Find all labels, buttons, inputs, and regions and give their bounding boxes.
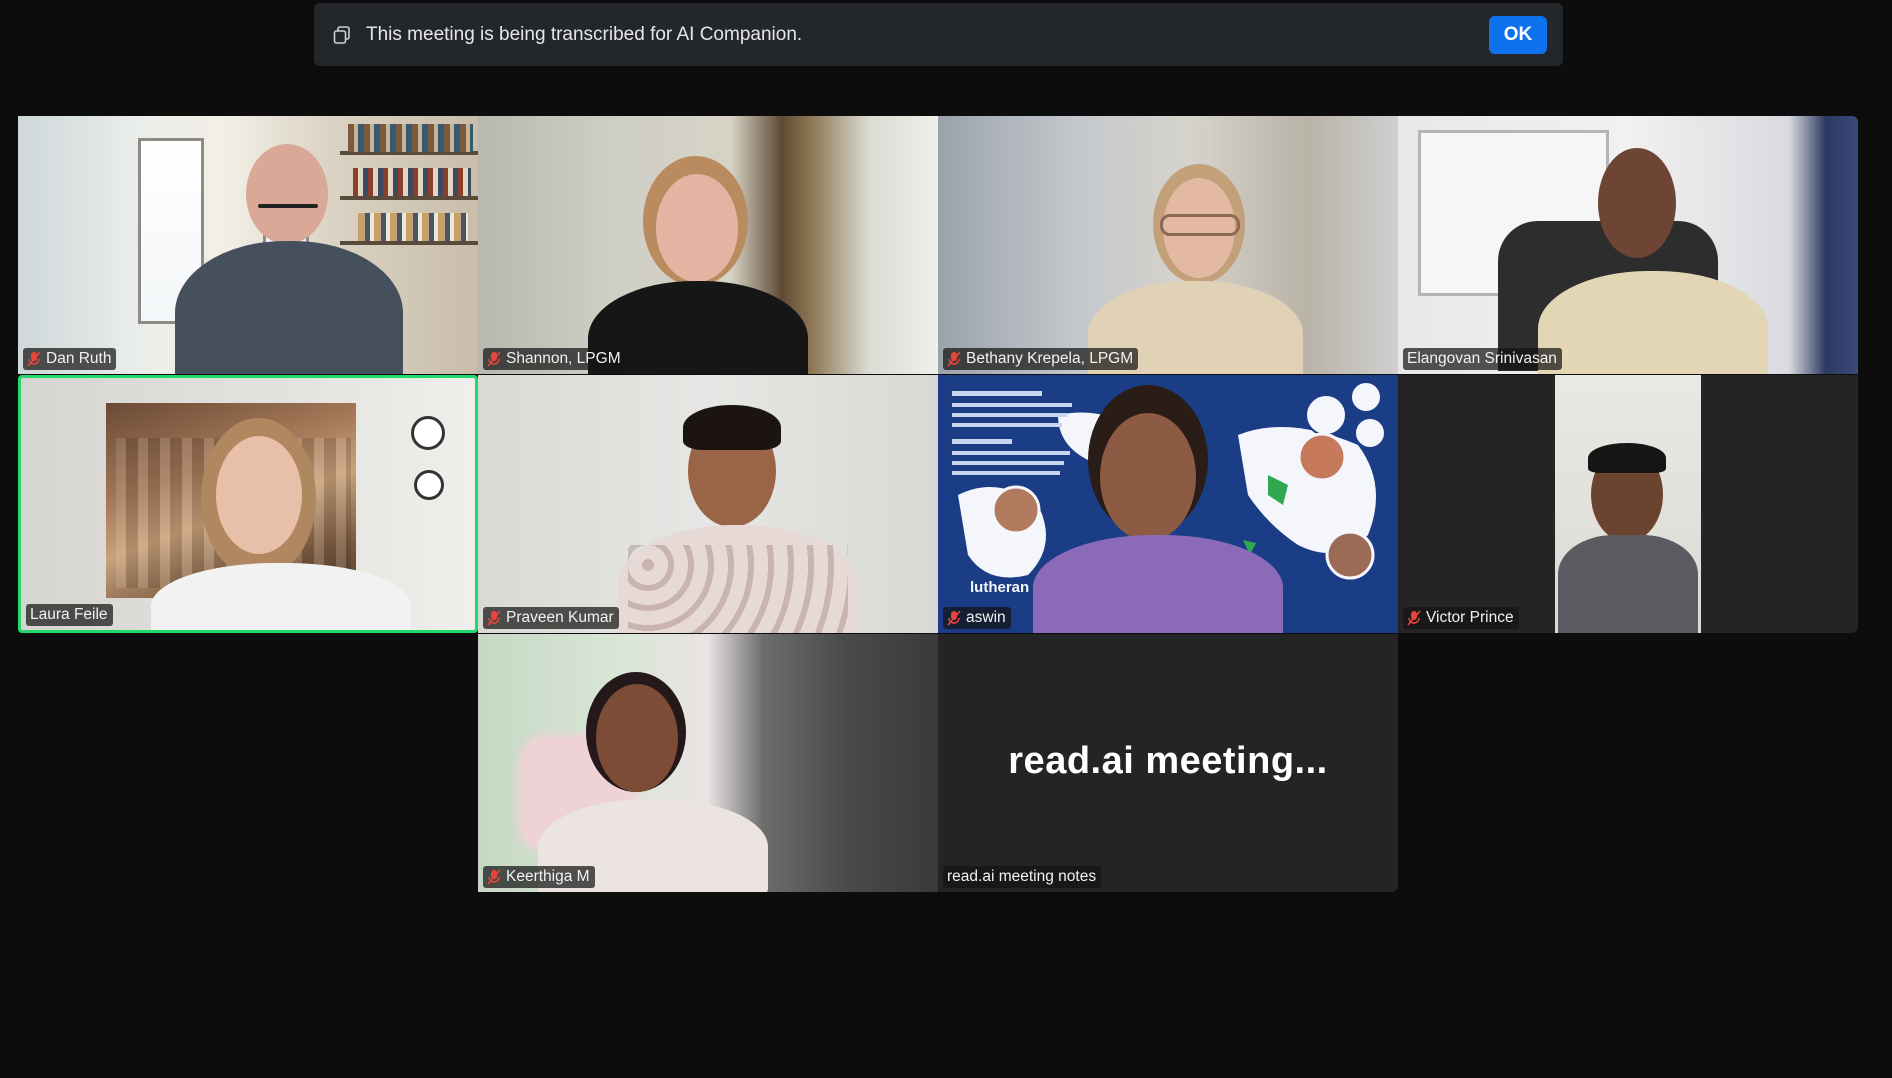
- participant-name-tag: Praveen Kumar: [483, 607, 619, 629]
- transcription-banner: This meeting is being transcribed for AI…: [314, 3, 1563, 66]
- participant-name: Victor Prince: [1426, 609, 1514, 626]
- participant-name: Keerthiga M: [506, 868, 590, 885]
- participant-name: Praveen Kumar: [506, 609, 614, 626]
- video-tile-readai[interactable]: read.ai meeting... read.ai meeting notes: [938, 634, 1398, 892]
- muted-mic-icon: [1407, 610, 1421, 626]
- ok-button[interactable]: OK: [1489, 15, 1547, 54]
- copy-icon: [330, 23, 354, 47]
- video-tile-dan-ruth[interactable]: Dan Ruth: [18, 116, 478, 374]
- muted-mic-icon: [27, 351, 41, 367]
- participant-name-tag: Laura Feile: [26, 604, 113, 626]
- participant-name: Laura Feile: [30, 606, 108, 623]
- muted-mic-icon: [947, 351, 961, 367]
- participant-name-tag: Shannon, LPGM: [483, 348, 626, 370]
- video-tile-praveen[interactable]: Praveen Kumar: [478, 375, 938, 633]
- video-tile-keerthiga[interactable]: Keerthiga M: [478, 634, 938, 892]
- participant-name: read.ai meeting notes: [947, 868, 1097, 885]
- muted-mic-icon: [487, 351, 501, 367]
- participant-name-tag: Keerthiga M: [483, 866, 595, 888]
- video-tile-aswin[interactable]: lutheran partners aswin: [938, 375, 1398, 633]
- muted-mic-icon: [487, 869, 501, 885]
- participant-name-tag: Elangovan Srinivasan: [1403, 348, 1562, 370]
- readai-placeholder-text: read.ai meeting...: [1008, 740, 1328, 782]
- participant-name-tag: Bethany Krepela, LPGM: [943, 348, 1139, 370]
- participant-name-tag: Victor Prince: [1403, 607, 1519, 629]
- muted-mic-icon: [947, 610, 961, 626]
- participant-name: Elangovan Srinivasan: [1407, 350, 1557, 367]
- muted-mic-icon: [487, 610, 501, 626]
- video-tile-laura-active-speaker[interactable]: Laura Feile: [18, 375, 478, 633]
- participant-name-tag: Dan Ruth: [23, 348, 117, 370]
- participant-name-tag: aswin: [943, 607, 1011, 629]
- participant-name-tag: read.ai meeting notes: [943, 866, 1102, 888]
- participant-name: Bethany Krepela, LPGM: [966, 350, 1134, 367]
- participant-name: Shannon, LPGM: [506, 350, 621, 367]
- video-tile-victor[interactable]: Victor Prince: [1398, 375, 1858, 633]
- video-tile-elangovan[interactable]: Elangovan Srinivasan: [1398, 116, 1858, 374]
- participant-name: Dan Ruth: [46, 350, 112, 367]
- video-tile-bethany[interactable]: Bethany Krepela, LPGM: [938, 116, 1398, 374]
- video-tile-shannon[interactable]: Shannon, LPGM: [478, 116, 938, 374]
- participant-name: aswin: [966, 609, 1006, 626]
- banner-message: This meeting is being transcribed for AI…: [366, 23, 803, 45]
